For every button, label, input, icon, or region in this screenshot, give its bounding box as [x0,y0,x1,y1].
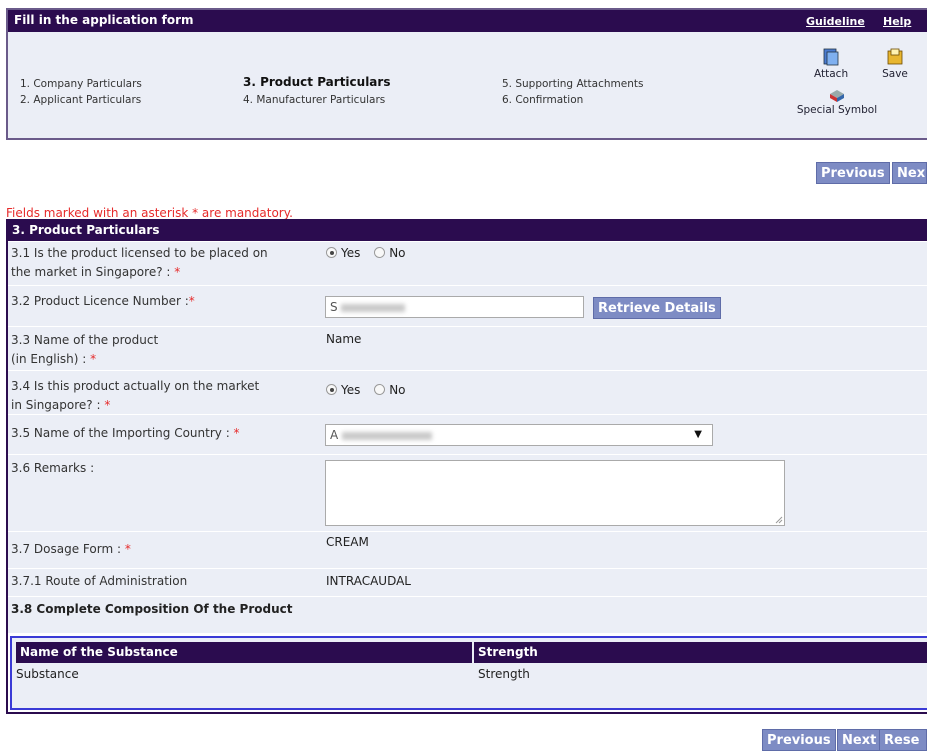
resize-handle-icon[interactable] [774,515,783,524]
guideline-link[interactable]: Guideline [806,15,865,28]
section-title: 3. Product Particulars [12,223,160,237]
save-icon [887,48,903,65]
composition-heading: 3.8 Complete Composition Of the Product [11,602,293,616]
mandatory-note: Fields marked with an asterisk * are man… [6,206,293,220]
special-symbol-icon [830,90,844,102]
licence-number-input[interactable]: S [325,296,584,318]
row-licence-number: 3.2 Product Licence Number :* S Retrieve… [8,286,927,326]
licensed-no-label: No [389,246,406,260]
previous-button-top[interactable]: Previous [816,162,890,184]
header-bar: Fill in the application form Guideline H… [8,10,927,32]
row-dosage-form: 3.7 Dosage Form : * CREAM [8,532,927,568]
attach-icon [823,48,839,66]
remarks-label: 3.6 Remarks : [11,461,95,475]
section-header: 3. Product Particulars [8,221,927,241]
substance-cell: Substance [16,667,79,681]
column-header-substance: Name of the Substance [16,642,472,663]
retrieve-details-button[interactable]: Retrieve Details [593,297,721,319]
application-header-panel: Fill in the application form Guideline H… [6,8,927,140]
page-title: Fill in the application form [14,13,194,27]
column-header-strength: Strength [474,642,927,663]
on-market-yes-label: Yes [341,383,361,397]
licensed-yes-label: Yes [341,246,361,260]
importing-country-select[interactable]: A ▼ [325,424,713,446]
dropdown-arrow-icon: ▼ [694,429,702,440]
step-supporting-attachments[interactable]: 5. Supporting Attachments [502,78,643,90]
dosage-form-value: CREAM [326,535,369,549]
step-confirmation[interactable]: 6. Confirmation [502,94,583,106]
on-market-label: 3.4 Is this product actually on the mark… [11,379,260,412]
step-company-particulars[interactable]: 1. Company Particulars [20,78,142,90]
strength-cell: Strength [478,667,530,681]
previous-button-bottom[interactable]: Previous [762,729,836,751]
special-symbol-label: Special Symbol [796,104,878,116]
save-button[interactable]: Save [880,47,910,80]
route-value: INTRACAUDAL [326,574,411,588]
product-name-value: Name [326,332,362,346]
row-on-market: 3.4 Is this product actually on the mark… [8,371,927,414]
step-manufacturer-particulars[interactable]: 4. Manufacturer Particulars [243,94,385,106]
on-market-yes-radio[interactable] [326,384,337,395]
on-market-no-label: No [389,383,406,397]
next-button-top[interactable]: Nex [892,162,927,184]
row-route-of-administration: 3.7.1 Route of Administration INTRACAUDA… [8,569,927,596]
row-licensed: 3.1 Is the product licensed to be placed… [8,242,927,285]
step-product-particulars: 3. Product Particulars [243,75,391,89]
product-particulars-form: 3. Product Particulars 3.1 Is the produc… [6,219,927,714]
save-label: Save [882,68,908,80]
next-button-bottom[interactable]: Next [837,729,882,751]
row-importing-country: 3.5 Name of the Importing Country : * A … [8,415,927,454]
licensed-radio-group: Yes No [326,246,416,260]
special-symbol-button[interactable]: Special Symbol [792,89,882,116]
step-applicant-particulars[interactable]: 2. Applicant Particulars [20,94,141,106]
remarks-textarea[interactable] [325,460,785,526]
attach-button[interactable]: Attach [814,47,848,80]
row-remarks: 3.6 Remarks : [8,455,927,531]
composition-table: Name of the Substance Strength Substance… [10,636,927,710]
product-name-label: 3.3 Name of the product (in English) : * [11,333,159,366]
licence-number-label: 3.2 Product Licence Number :* [11,294,195,308]
licensed-label: 3.1 Is the product licensed to be placed… [11,246,268,279]
attach-label: Attach [814,68,849,80]
route-label: 3.7.1 Route of Administration [11,574,188,588]
row-product-name: 3.3 Name of the product (in English) : *… [8,327,927,370]
dosage-form-label: 3.7 Dosage Form : * [11,542,131,556]
on-market-radio-group: Yes No [326,383,416,397]
row-composition: 3.8 Complete Composition Of the Product [8,597,927,633]
reset-button-bottom[interactable]: Rese [879,729,927,751]
licensed-yes-radio[interactable] [326,247,337,258]
licensed-no-radio[interactable] [374,247,386,258]
importing-country-label: 3.5 Name of the Importing Country : * [11,426,240,440]
help-link[interactable]: Help [883,15,911,28]
on-market-no-radio[interactable] [374,384,386,395]
